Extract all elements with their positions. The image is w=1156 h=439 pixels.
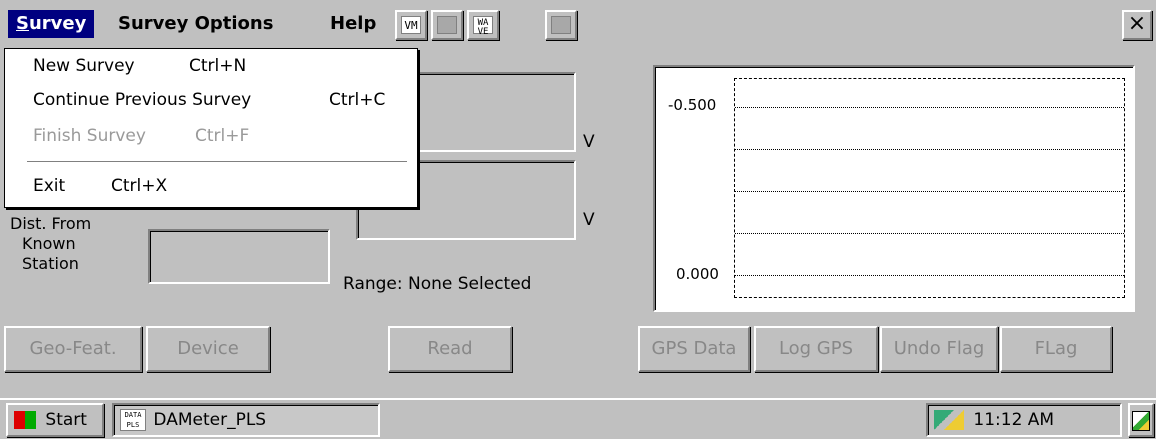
range-label: Range: None Selected xyxy=(343,274,532,294)
menu-item-label: New Survey xyxy=(33,56,135,76)
menu-item-label: Continue Previous Survey xyxy=(33,90,252,110)
start-button[interactable]: Start xyxy=(6,403,104,437)
app-icon: DATA PLS xyxy=(120,409,146,431)
dist-label-line3: Station xyxy=(22,254,79,273)
menu-item-exit[interactable]: Exit Ctrl+X xyxy=(33,173,167,199)
dist-label-line1: Dist. From xyxy=(10,214,92,233)
log-gps-button[interactable]: Log GPS xyxy=(754,326,878,372)
menu-item-shortcut: Ctrl+F xyxy=(195,126,250,146)
y-tick-bottom: 0.000 xyxy=(676,265,719,283)
dist-label: Dist. From Known Station xyxy=(10,214,91,274)
menu-item-label: Exit xyxy=(33,176,66,196)
flag-button[interactable]: FLag xyxy=(1000,326,1112,372)
voltage-unit-2: V xyxy=(583,210,595,230)
survey-dropdown-menu: New Survey Ctrl+N Continue Previous Surv… xyxy=(4,48,418,208)
menu-item-shortcut: Ctrl+X xyxy=(111,176,168,196)
vm-button[interactable]: VM xyxy=(395,10,427,40)
clock[interactable]: 11:12 AM xyxy=(973,410,1054,430)
menu-help[interactable]: Help xyxy=(322,10,384,38)
menu-item-continue-survey[interactable]: Continue Previous Survey Ctrl+C xyxy=(33,87,385,113)
y-tick-top: -0.500 xyxy=(668,96,717,114)
desktop-button[interactable] xyxy=(1128,403,1154,437)
chart-plot-area xyxy=(734,78,1125,298)
blank-icon xyxy=(551,16,571,34)
network-power-icon[interactable] xyxy=(934,410,964,430)
gridline xyxy=(735,191,1124,192)
menu-item-shortcut: Ctrl+N xyxy=(189,56,247,76)
read-button[interactable]: Read xyxy=(388,326,512,372)
menu-item-shortcut: Ctrl+C xyxy=(329,90,386,110)
dist-field[interactable] xyxy=(148,229,330,284)
wave-button[interactable]: WA VE xyxy=(467,10,499,40)
wave-icon: WA VE xyxy=(473,16,493,37)
menu-separator xyxy=(27,161,407,163)
windows-flag-icon xyxy=(14,411,36,429)
menu-item-new-survey[interactable]: New Survey Ctrl+N xyxy=(33,53,246,79)
menu-survey-options[interactable]: Survey Options xyxy=(110,10,281,38)
geo-feat-button[interactable]: Geo-Feat. xyxy=(4,326,142,372)
blank-icon xyxy=(437,16,457,34)
gridline xyxy=(735,107,1124,108)
close-button[interactable]: × xyxy=(1122,10,1152,40)
voltage-unit-1: V xyxy=(583,132,595,152)
dist-label-line2: Known xyxy=(22,234,76,253)
menu-survey-rest: urvey xyxy=(28,13,87,34)
desktop-icon xyxy=(1132,411,1150,431)
vm-icon: VM xyxy=(401,16,421,34)
app-label: DAMeter_PLS xyxy=(153,410,267,430)
menu-item-label: Finish Survey xyxy=(33,126,146,146)
toolbar-button-2[interactable] xyxy=(431,10,463,40)
menu-survey[interactable]: Survey xyxy=(8,10,95,38)
gps-data-button[interactable]: GPS Data xyxy=(638,326,750,372)
gridline xyxy=(735,149,1124,150)
system-tray: 11:12 AM xyxy=(926,403,1122,437)
taskbar-app-button[interactable]: DATA PLS DAMeter_PLS xyxy=(112,403,380,437)
menu-bar: Survey Survey Options Help VM WA VE × xyxy=(0,0,1156,48)
device-button[interactable]: Device xyxy=(146,326,270,372)
close-icon: × xyxy=(1127,11,1147,36)
start-label: Start xyxy=(45,410,87,430)
toolbar-button-4[interactable] xyxy=(545,10,577,40)
gridline xyxy=(735,275,1124,276)
taskbar: Start DATA PLS DAMeter_PLS 11:12 AM xyxy=(0,398,1156,439)
gridline xyxy=(735,233,1124,234)
undo-flag-button[interactable]: Undo Flag xyxy=(880,326,998,372)
menu-item-finish-survey: Finish Survey Ctrl+F xyxy=(33,123,249,149)
